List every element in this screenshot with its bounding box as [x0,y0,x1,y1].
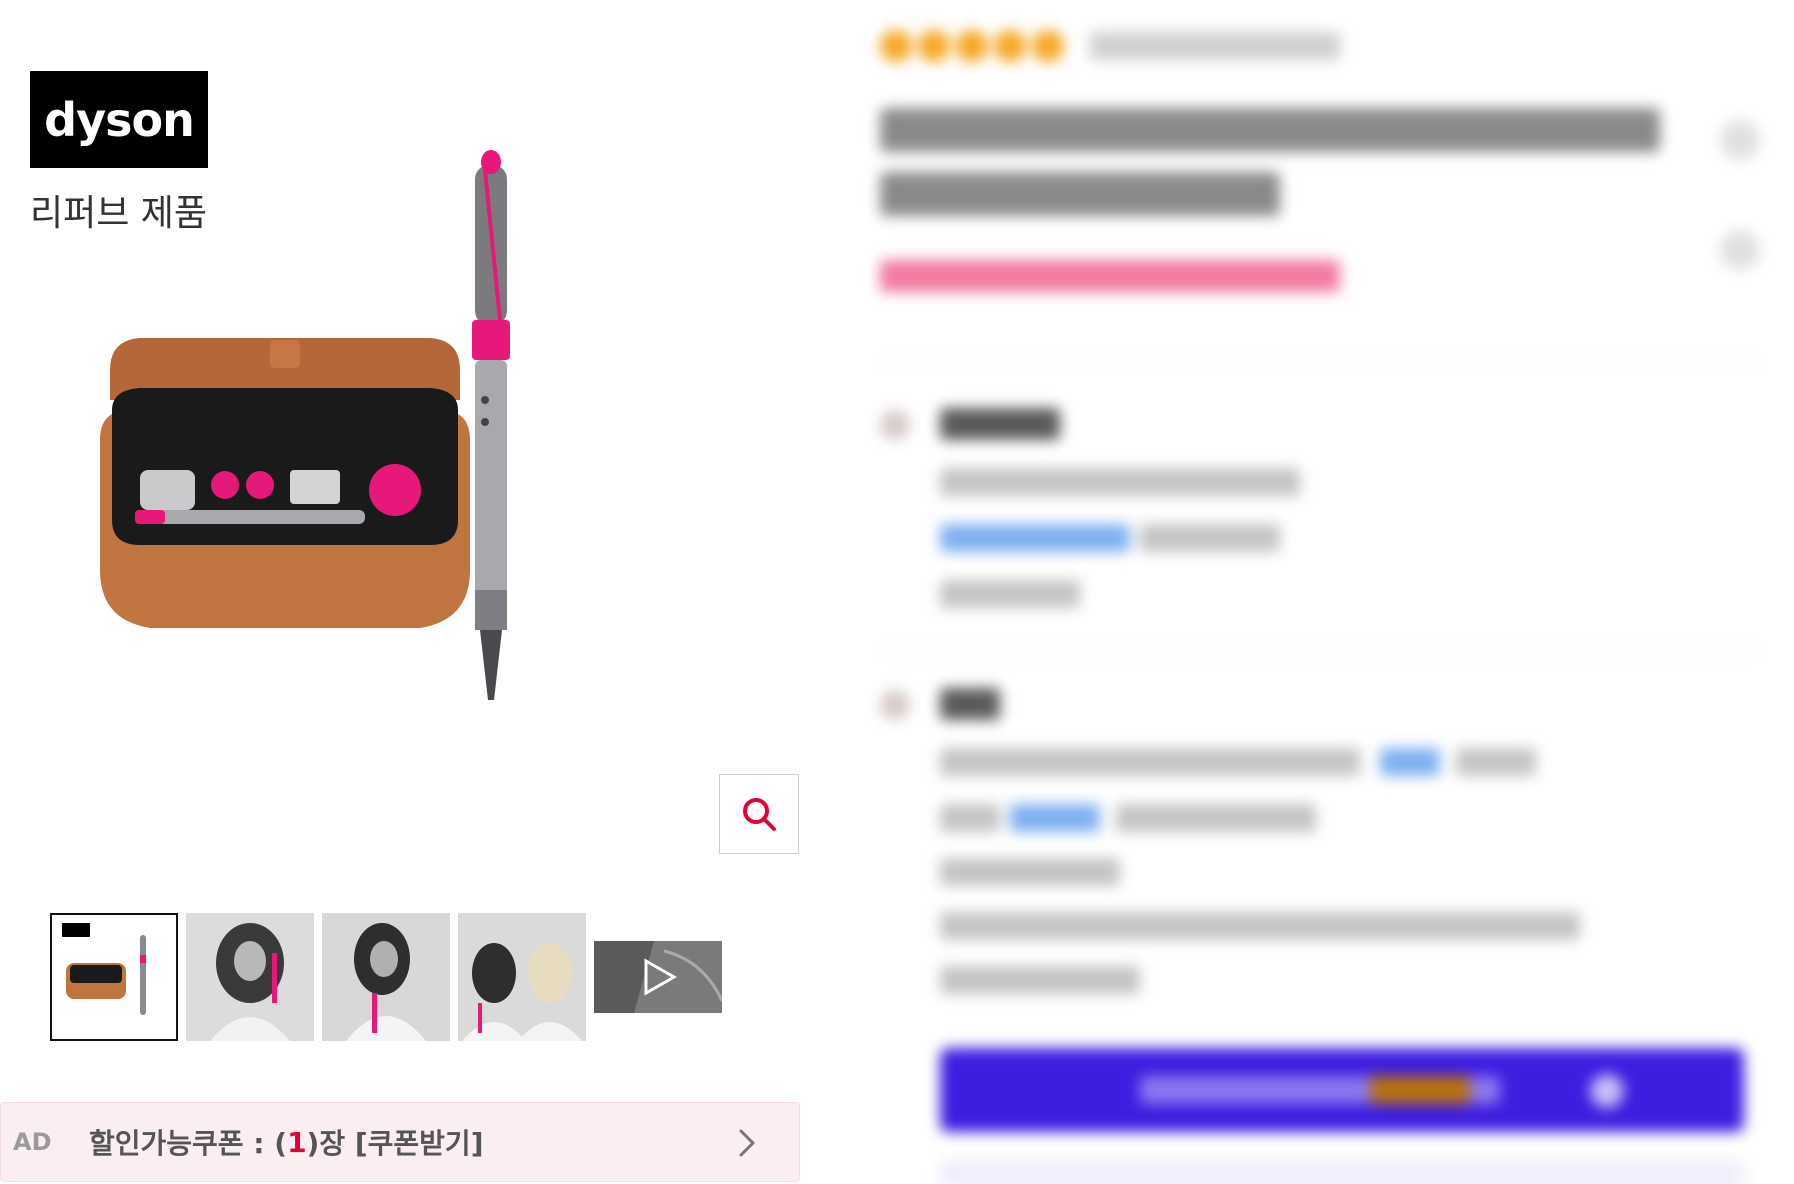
attachment-pink-1 [211,471,239,499]
attachment-silver-1 [140,470,195,510]
thumbnail-video-image [594,941,722,1013]
section-icon [880,410,910,440]
thumbnail-model-1[interactable] [186,913,314,1041]
detail-line-blurred [1116,804,1316,832]
star-icon [880,30,912,62]
search-icon [743,798,776,831]
attachment-brush [369,464,421,516]
coupon-text: 할인가능쿠폰 : ( 1 )장 [쿠폰받기] [89,1122,484,1162]
detail-line-blurred [940,468,1300,496]
main-product-image[interactable]: dyson 리퍼브 제품 [0,0,800,880]
buy-button-icon [1590,1074,1624,1108]
product-title-line-2-blurred [880,172,1280,216]
star-icon [956,30,988,62]
thumbnail-video[interactable] [594,941,722,1013]
product-illustration [100,150,510,700]
section-heading-blurred [940,688,1000,720]
detail-highlight-blurred [940,524,1130,552]
rating-count-blurred [1090,32,1340,60]
thumbnail-product-set-image [62,923,146,1015]
ad-label: AD [13,1128,52,1156]
product-title-line-1-blurred [880,108,1660,152]
divider [880,650,1760,652]
styler-cord [480,630,502,700]
star-icon [918,30,950,62]
zoom-button[interactable] [719,774,799,854]
coupon-text-suffix: )장 [쿠폰받기] [306,1127,484,1160]
rating-stars [880,30,1064,62]
attachment-pink-2 [246,471,274,499]
secondary-panel-blurred [940,1160,1744,1184]
thumbnail-product-set[interactable] [50,913,178,1041]
coupon-text-prefix: 할인가능쿠폰 : ( [89,1127,288,1160]
detail-line-blurred [940,858,1120,886]
chevron-right-icon [739,1129,755,1157]
styler-handle [475,360,507,620]
detail-line-blurred [940,912,1580,940]
thumbnail-model-1-image [186,913,314,1041]
detail-line-blurred [940,804,1000,832]
thumbnail-model-3[interactable] [458,913,586,1041]
styler-in-case [135,510,365,524]
case-lid-tab [270,340,300,368]
section-heading-blurred [940,408,1060,440]
thumbnail-model-3-image [458,913,586,1041]
detail-line-blurred [1140,524,1280,552]
promo-text-blurred [880,260,1340,292]
detail-line-blurred [940,966,1140,994]
section-icon [880,690,910,720]
detail-highlight-blurred [1380,748,1440,776]
thumbnail-strip [50,913,722,1041]
divider [880,360,1760,362]
thumbnail-model-2[interactable] [322,913,450,1041]
product-gallery: dyson 리퍼브 제품 AD 할인가능쿠폰: (1)장 [쿠폰받기] [0,0,800,1184]
detail-line-blurred [1456,748,1536,776]
share-icon[interactable] [1720,230,1760,270]
coupon-count: 1 [287,1125,307,1159]
wishlist-icon[interactable] [1720,120,1760,160]
buy-button-price-blurred [1370,1076,1470,1104]
buy-button-blurred[interactable] [940,1048,1744,1132]
coupon-banner[interactable]: AD 할인가능쿠폰 : ( 1 )장 [쿠폰받기] [0,1102,800,1182]
product-details-blurred [860,0,1794,1184]
star-icon [1032,30,1064,62]
star-icon [994,30,1026,62]
styler-pink-collar [472,320,510,360]
attachment-silver-2 [290,470,340,504]
thumbnail-model-2-image [322,913,450,1041]
detail-line-blurred [940,748,1360,776]
detail-line-blurred [940,580,1080,608]
detail-highlight-blurred [1010,804,1100,832]
